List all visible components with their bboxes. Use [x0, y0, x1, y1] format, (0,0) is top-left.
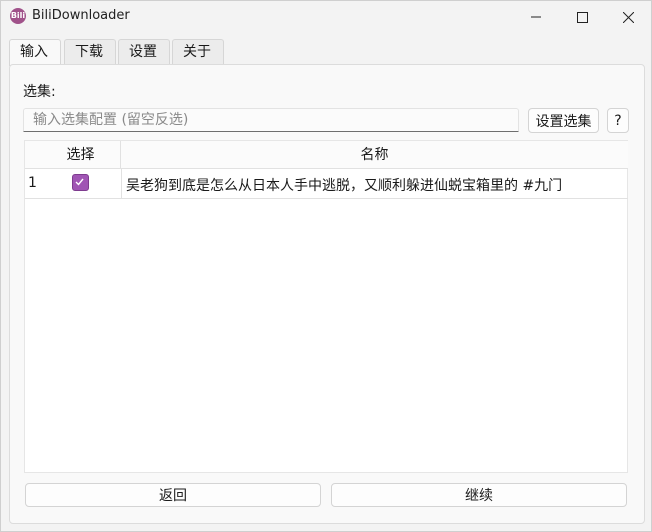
column-header-select[interactable]: 选择 [41, 141, 121, 169]
row-number: 1 [28, 175, 37, 191]
checkmark-icon [75, 178, 84, 186]
table-corner [25, 141, 41, 169]
back-button[interactable]: 返回 [25, 483, 321, 507]
selection-input[interactable] [23, 108, 519, 132]
episode-name: 吴老狗到底是怎么从日本人手中逃脱，又顺利躲进仙蜕宝箱里的 #九门 [126, 178, 563, 194]
app-window: Bili BiliDownloader 输入 下载 设置 关于 选集: 设置选集… [0, 0, 652, 532]
maximize-icon [576, 11, 588, 23]
title-bar[interactable]: Bili BiliDownloader [1, 1, 651, 33]
tab-about[interactable]: 关于 [172, 39, 224, 65]
minimize-button[interactable] [513, 1, 559, 33]
column-header-name[interactable]: 名称 [121, 141, 628, 169]
window-title: BiliDownloader [32, 8, 130, 23]
row-select-checkbox[interactable] [72, 174, 89, 191]
set-selection-button[interactable]: 设置选集 [528, 108, 599, 133]
app-logo-icon: Bili [10, 8, 26, 24]
selection-label: 选集: [23, 84, 56, 100]
minimize-icon [531, 16, 541, 18]
cell-divider [121, 169, 122, 198]
close-icon [622, 11, 634, 23]
close-button[interactable] [605, 1, 651, 33]
tab-download[interactable]: 下载 [64, 39, 116, 65]
tab-input[interactable]: 输入 [9, 39, 61, 66]
maximize-button[interactable] [559, 1, 605, 33]
episode-table: 选择 名称 1 吴老狗到底是怎么从日本人手中逃脱，又顺利躲进仙蜕宝箱里的 #九门 [24, 140, 628, 473]
continue-button[interactable]: 继续 [331, 483, 627, 507]
table-row[interactable]: 1 吴老狗到底是怎么从日本人手中逃脱，又顺利躲进仙蜕宝箱里的 #九门 [25, 169, 628, 199]
tab-settings[interactable]: 设置 [118, 39, 170, 65]
help-button[interactable]: ? [607, 108, 629, 133]
